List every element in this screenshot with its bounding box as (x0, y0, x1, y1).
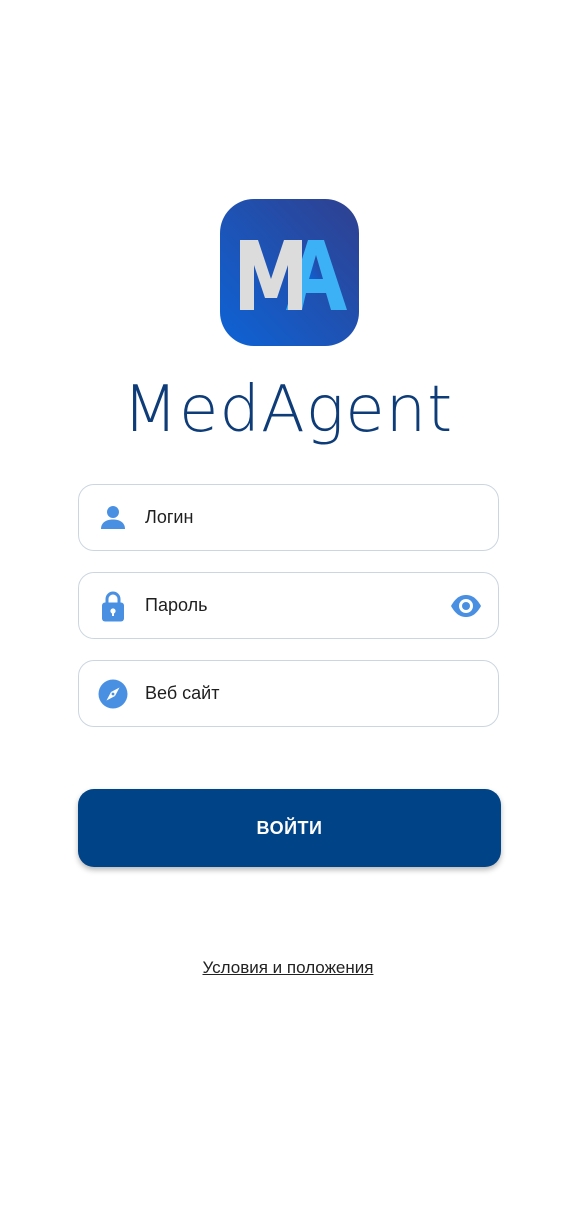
terms-link[interactable]: Условия и положения (203, 958, 374, 977)
lock-icon (96, 589, 130, 623)
password-field[interactable] (78, 572, 499, 639)
login-input[interactable] (145, 485, 435, 549)
login-button[interactable]: ВОЙТИ (78, 789, 501, 867)
app-logo (220, 199, 359, 346)
login-field[interactable] (78, 484, 499, 551)
app-name: MedAgent (122, 373, 454, 447)
website-field[interactable] (78, 660, 499, 727)
password-input[interactable] (145, 573, 435, 637)
user-icon (96, 501, 130, 535)
compass-icon (96, 677, 130, 711)
login-screen: MedAgent Логин Веб сайт ВОЙТИ Условия и … (0, 0, 576, 1208)
website-input[interactable] (145, 661, 435, 725)
terms-container: Условия и положения (0, 958, 576, 978)
eye-icon[interactable] (449, 590, 483, 622)
